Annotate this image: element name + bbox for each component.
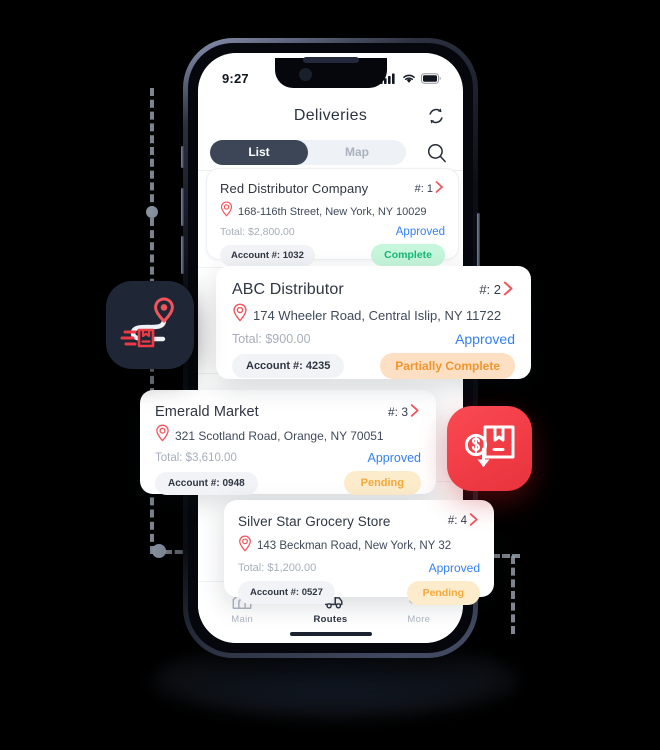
delivery-address: 321 Scotland Road, Orange, NY 70051 <box>175 428 384 443</box>
chevron-right-icon <box>502 280 515 299</box>
map-pin-icon <box>220 201 233 222</box>
delivery-address: 143 Beckman Road, New York, NY 32 <box>257 539 452 552</box>
delivery-account-chip: Account #: 0948 <box>155 471 258 495</box>
card-address-row: 174 Wheeler Road, Central Islip, NY 1172… <box>232 303 515 327</box>
package-cost-down-icon <box>464 425 514 467</box>
delivery-company-name: ABC Distributor <box>232 280 344 298</box>
map-pin-icon <box>238 535 252 557</box>
delivery-index-label: #: 4 <box>447 515 467 528</box>
delivery-company-name: Silver Star Grocery Store <box>238 513 391 529</box>
card-total-row: Total: $900.00 Approved <box>232 331 515 347</box>
delivery-card[interactable]: ABC Distributor #: 2 174 Wheeler Road, C… <box>216 266 531 379</box>
card-address-row: 321 Scotland Road, Orange, NY 70051 <box>155 424 421 447</box>
delivery-total: Total: $900.00 <box>232 332 311 346</box>
phone-notch <box>274 57 387 88</box>
decorative-dashed-line-right-bottom <box>511 556 515 634</box>
phone-button-volume-up[interactable] <box>181 188 184 226</box>
search-icon[interactable] <box>423 139 451 167</box>
delivery-index[interactable]: #: 2 <box>479 280 515 299</box>
home-indicator[interactable] <box>289 632 372 636</box>
page-title: Deliveries <box>293 107 368 124</box>
card-header-row: Silver Star Grocery Store #: 4 <box>238 512 480 531</box>
delivery-card[interactable]: Silver Star Grocery Store #: 4 143 Beckm… <box>224 500 494 605</box>
status-badge: Pending <box>406 580 480 605</box>
card-address-row: 168-116th Street, New York, NY 10029 <box>220 201 445 222</box>
search-glyph <box>427 143 446 162</box>
app-header: Deliveries <box>198 97 463 136</box>
delivery-company-name: Red Distributor Company <box>220 181 369 196</box>
delivery-address: 174 Wheeler Road, Central Islip, NY 1172… <box>253 307 502 323</box>
refresh-icon[interactable] <box>423 103 449 129</box>
delivery-company-name: Emerald Market <box>155 403 259 420</box>
card-header-row: ABC Distributor #: 2 <box>232 280 515 299</box>
screenshot-stage: 9:27 Deliveries List Map Main Routes Mor… <box>0 0 660 750</box>
map-pin-icon <box>155 424 170 447</box>
earpiece-speaker <box>302 57 359 63</box>
card-header-row: Emerald Market #: 3 <box>155 403 421 420</box>
delivery-index[interactable]: #: 3 <box>388 403 421 420</box>
card-chip-row: Account #: 0527 Pending <box>238 580 480 605</box>
delivery-index[interactable]: #: 1 <box>415 180 445 197</box>
delivery-approval-status: Approved <box>395 226 445 238</box>
card-chip-row: Account #: 0948 Pending <box>155 471 421 495</box>
delivery-approval-status: Approved <box>455 331 515 347</box>
delivery-total: Total: $1,200.00 <box>238 561 317 574</box>
wifi-icon <box>403 74 415 83</box>
tab-map[interactable]: Map <box>308 140 406 165</box>
chevron-right-icon <box>434 180 445 197</box>
status-bar-time: 9:27 <box>222 70 249 86</box>
view-toggle-row: List Map <box>198 135 463 171</box>
card-total-row: Total: $2,800.00 Approved <box>220 226 445 238</box>
decorative-dashed-line-left-bottom <box>150 218 154 554</box>
delivery-total: Total: $3,610.00 <box>155 452 237 464</box>
phone-button-volume-down[interactable] <box>181 236 184 274</box>
delivery-account-chip: Account #: 0527 <box>238 581 335 604</box>
delivery-index-label: #: 1 <box>414 182 433 195</box>
card-total-row: Total: $1,200.00 Approved <box>238 561 480 575</box>
decorative-dashed-line-right <box>492 554 520 558</box>
tab-list[interactable]: List <box>210 140 308 165</box>
card-chip-row: Account #: 1032 Complete <box>220 244 445 266</box>
delivery-total: Total: $2,800.00 <box>220 226 295 238</box>
phone-button-mute[interactable] <box>181 146 184 168</box>
status-badge: Pending <box>343 471 421 495</box>
status-bar-icons <box>380 72 441 84</box>
delivery-index-label: #: 3 <box>387 404 408 419</box>
phone-button-power[interactable] <box>477 213 480 269</box>
package-cost-badge[interactable] <box>447 406 532 491</box>
chevron-right-icon <box>468 512 480 531</box>
status-badge: Complete <box>371 244 445 266</box>
sidebar-item-label: Main <box>231 614 254 625</box>
route-delivery-icon <box>120 297 174 348</box>
delivery-address: 168-116th Street, New York, NY 10029 <box>238 205 427 218</box>
delivery-card[interactable]: Red Distributor Company #: 1 168-116th S… <box>206 168 459 266</box>
delivery-account-chip: Account #: 4235 <box>232 354 345 378</box>
sidebar-item-label: Routes <box>313 614 348 625</box>
card-total-row: Total: $3,610.00 Approved <box>155 451 421 465</box>
segmented-control: List Map <box>210 140 406 165</box>
delivery-approval-status: Approved <box>428 560 480 575</box>
map-pin-icon <box>232 303 248 327</box>
status-badge: Partially Complete <box>380 353 515 379</box>
decorative-dashed-line-left-top <box>150 88 154 214</box>
delivery-index-label: #: 2 <box>479 282 501 297</box>
battery-icon <box>421 72 441 84</box>
refresh-glyph <box>429 108 443 124</box>
delivery-card[interactable]: Emerald Market #: 3 321 Scotland Road, O… <box>140 390 436 495</box>
chevron-right-icon <box>409 403 421 420</box>
route-delivery-badge[interactable] <box>106 281 194 369</box>
front-camera-icon <box>298 68 312 81</box>
decorative-dot-left-top <box>146 206 158 218</box>
card-header-row: Red Distributor Company #: 1 <box>220 180 445 197</box>
card-address-row: 143 Beckman Road, New York, NY 32 <box>238 535 480 557</box>
delivery-account-chip: Account #: 1032 <box>220 244 315 266</box>
sidebar-item-label: More <box>407 614 431 625</box>
card-chip-row: Account #: 4235 Partially Complete <box>232 353 515 379</box>
delivery-approval-status: Approved <box>367 451 421 465</box>
delivery-index[interactable]: #: 4 <box>448 512 480 531</box>
